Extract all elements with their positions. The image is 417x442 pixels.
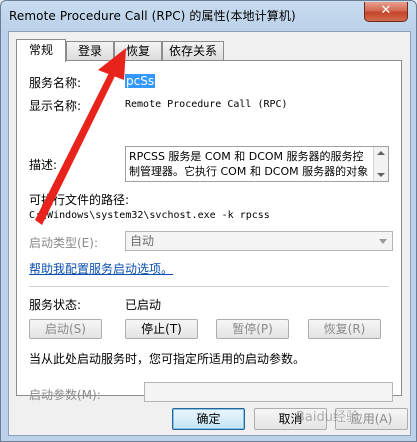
- tab-general[interactable]: 常规: [16, 39, 66, 62]
- tab-panel-general: 服务名称: pcSs 显示名称: Remote Procedure Call (…: [16, 60, 402, 402]
- dialog-body: 常规 登录 恢复 依存关系 服务名称: pcSs 显示名称: Remote Pr…: [8, 31, 411, 436]
- description-scrollbar[interactable]: [373, 147, 388, 181]
- tab-dependencies[interactable]: 依存关系: [162, 41, 224, 60]
- watermark: Baidu经验: [296, 410, 359, 425]
- exe-path-label: 可执行文件的路径:: [29, 193, 130, 207]
- help-configure-link[interactable]: 帮助我配置服务启动选项。: [29, 260, 173, 277]
- service-status-label: 服务状态:: [29, 298, 82, 312]
- display-name-value[interactable]: Remote Procedure Call (RPC): [125, 99, 288, 110]
- window-title: Remote Procedure Call (RPC) 的属性(本地计算机): [9, 9, 296, 23]
- pause-button[interactable]: 暂停(P): [216, 319, 289, 339]
- start-params-hint: 当从此处启动服务时，您可指定所适用的启动参数。: [29, 352, 306, 366]
- ok-button[interactable]: 确定: [172, 408, 245, 430]
- service-name-label: 服务名称:: [29, 76, 82, 90]
- title-bar[interactable]: Remote Procedure Call (RPC) 的属性(本地计算机) ✕: [1, 1, 416, 31]
- service-name-selection: pcSs: [125, 74, 156, 88]
- start-params-input[interactable]: [144, 382, 393, 402]
- resume-button[interactable]: 恢复(R): [308, 319, 381, 339]
- startup-type-label: 启动类型(E):: [29, 236, 98, 250]
- scroll-down-icon[interactable]: [377, 173, 385, 177]
- display-name-label: 显示名称:: [29, 99, 82, 113]
- stop-button[interactable]: 停止(T): [125, 319, 198, 339]
- divider: [29, 286, 389, 287]
- description-label: 描述:: [29, 158, 58, 172]
- startup-type-value: 自动: [130, 234, 155, 248]
- scroll-up-icon[interactable]: [377, 151, 385, 155]
- tab-logon[interactable]: 登录: [66, 41, 114, 60]
- start-button[interactable]: 启动(S): [29, 319, 102, 339]
- tab-recovery[interactable]: 恢复: [114, 41, 162, 60]
- service-status-value: 已启动: [125, 298, 162, 312]
- description-box[interactable]: RPCSS 服务是 COM 和 DCOM 服务器的服务控制管理器。它执行 COM…: [125, 146, 389, 182]
- start-params-label: 启动参数(M):: [29, 388, 101, 402]
- service-name-value[interactable]: pcSs: [125, 74, 156, 88]
- properties-window: Remote Procedure Call (RPC) 的属性(本地计算机) ✕…: [0, 0, 417, 442]
- startup-type-select[interactable]: 自动: [125, 231, 393, 251]
- close-button[interactable]: ✕: [364, 2, 408, 22]
- description-text: RPCSS 服务是 COM 和 DCOM 服务器的服务控制管理器。它执行 COM…: [129, 150, 369, 181]
- close-icon: ✕: [380, 3, 392, 18]
- chevron-down-icon: [379, 239, 387, 244]
- exe-path-value[interactable]: C:\Windows\system32\svchost.exe -k rpcss: [29, 210, 270, 221]
